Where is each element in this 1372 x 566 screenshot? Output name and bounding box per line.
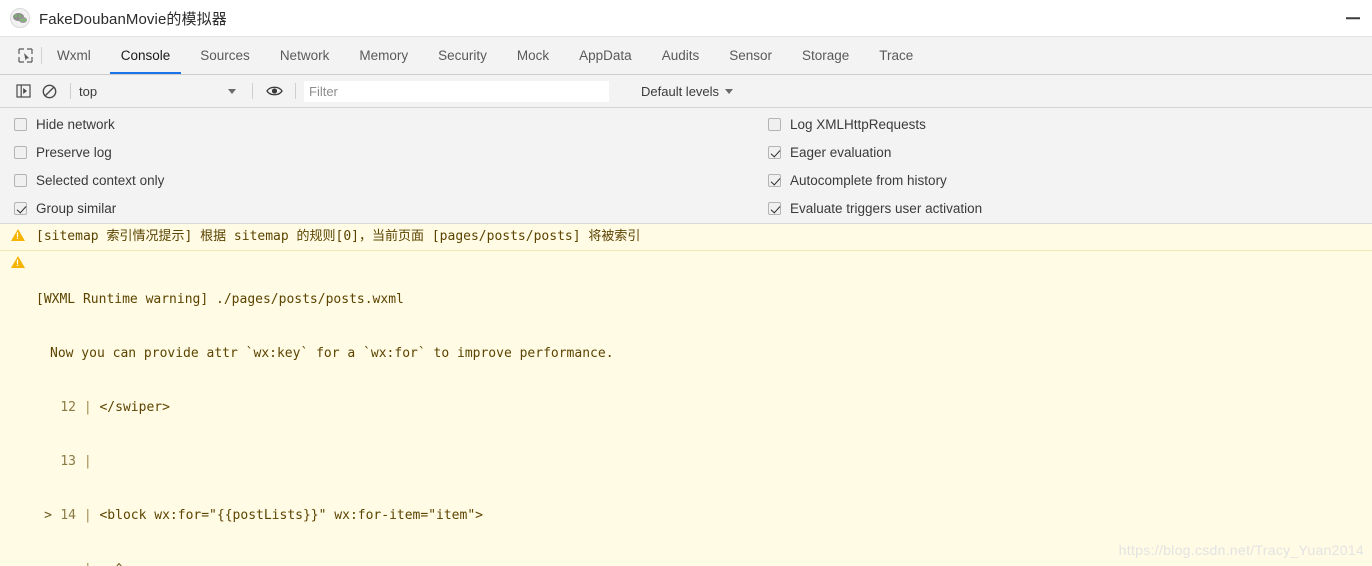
- setting-log-xmlhttprequests[interactable]: Log XMLHttpRequests: [768, 116, 982, 133]
- setting-group-similar[interactable]: Group similar: [14, 200, 760, 217]
- setting-label: Autocomplete from history: [790, 173, 947, 188]
- wxml-warning-header: [WXML Runtime warning] ./pages/posts/pos…: [36, 292, 404, 307]
- tab-sources[interactable]: Sources: [185, 37, 265, 74]
- console-message-warning[interactable]: [sitemap 索引情况提示] 根据 sitemap 的规则[0]，当前页面 …: [0, 224, 1372, 251]
- filter-input[interactable]: [304, 80, 609, 102]
- toolbar-divider: [70, 83, 71, 99]
- console-output[interactable]: [sitemap 索引情况提示] 根据 sitemap 的规则[0]，当前页面 …: [0, 224, 1372, 566]
- code-caret-line: | ^: [36, 561, 1362, 566]
- setting-label: Eager evaluation: [790, 145, 892, 160]
- code-line-highlighted: >14 | <block wx:for="{{postLists}}" wx:f…: [44, 508, 483, 523]
- checkbox-unchecked-icon[interactable]: [14, 118, 27, 131]
- tab-security[interactable]: Security: [423, 37, 502, 74]
- setting-eager-evaluation[interactable]: Eager evaluation: [768, 144, 982, 161]
- checkbox-checked-icon[interactable]: [768, 174, 781, 187]
- wechat-bubble-icon: [10, 8, 30, 28]
- tab-audits[interactable]: Audits: [647, 37, 715, 74]
- setting-autocomplete-from-history[interactable]: Autocomplete from history: [768, 172, 982, 189]
- tab-mock[interactable]: Mock: [502, 37, 564, 74]
- tab-label: Storage: [802, 48, 850, 63]
- tab-label: Wxml: [57, 48, 91, 63]
- setting-selected-context-only[interactable]: Selected context only: [14, 172, 760, 189]
- inspect-element-icon[interactable]: [8, 37, 42, 74]
- execution-context-select[interactable]: top: [79, 84, 244, 99]
- message-body: [WXML Runtime warning] ./pages/posts/pos…: [36, 255, 1372, 566]
- warning-icon: [0, 228, 36, 241]
- setting-label: Selected context only: [36, 173, 165, 188]
- toolbar-divider: [295, 83, 296, 99]
- tab-label: Sources: [200, 48, 250, 63]
- console-message-wxml-warning[interactable]: [WXML Runtime warning] ./pages/posts/pos…: [0, 251, 1372, 566]
- tab-wxml[interactable]: Wxml: [42, 37, 106, 74]
- execute-sidebar-icon[interactable]: [10, 79, 36, 103]
- tab-label: Memory: [359, 48, 409, 63]
- live-expression-eye-icon[interactable]: [261, 79, 287, 103]
- checkbox-checked-icon[interactable]: [768, 146, 781, 159]
- checkbox-checked-icon[interactable]: [14, 202, 27, 215]
- watermark: https://blog.csdn.net/Tracy_Yuan2014: [1118, 542, 1364, 558]
- tab-label: Audits: [661, 48, 700, 63]
- tab-appdata[interactable]: AppData: [564, 37, 647, 74]
- tab-label: AppData: [579, 48, 632, 63]
- chevron-down-icon: [228, 88, 236, 94]
- console-settings-panel: Hide network Preserve log Selected conte…: [0, 108, 1372, 224]
- setting-label: Evaluate triggers user activation: [790, 201, 983, 216]
- tab-storage[interactable]: Storage: [787, 37, 864, 74]
- tab-label: Sensor: [729, 48, 772, 63]
- setting-label: Log XMLHttpRequests: [790, 117, 926, 132]
- log-levels-label: Default levels: [641, 83, 720, 99]
- setting-label: Group similar: [36, 201, 117, 216]
- execution-context-label: top: [79, 83, 98, 99]
- settings-column-right: Log XMLHttpRequests Eager evaluation Aut…: [760, 116, 982, 217]
- tab-memory[interactable]: Memory: [344, 37, 423, 74]
- checkbox-unchecked-icon[interactable]: [14, 174, 27, 187]
- settings-column-left: Hide network Preserve log Selected conte…: [0, 116, 760, 217]
- setting-label: Preserve log: [36, 145, 112, 160]
- tab-label: Trace: [879, 48, 914, 63]
- chevron-down-icon: [725, 88, 734, 94]
- window-title: FakeDoubanMovie的模拟器: [39, 10, 227, 28]
- checkbox-checked-icon[interactable]: [768, 202, 781, 215]
- setting-evaluate-triggers-user-activation[interactable]: Evaluate triggers user activation: [768, 200, 982, 217]
- setting-label: Hide network: [36, 117, 115, 132]
- setting-hide-network[interactable]: Hide network: [14, 116, 760, 133]
- tab-trace[interactable]: Trace: [864, 37, 928, 74]
- tab-console[interactable]: Console: [106, 37, 186, 74]
- clear-console-icon[interactable]: [36, 79, 62, 103]
- tab-label: Console: [120, 48, 171, 63]
- devtools-window: FakeDoubanMovie的模拟器 Wxml Console Sources…: [0, 0, 1372, 566]
- console-toolbar: top Default levels: [0, 75, 1372, 108]
- tab-label: Security: [438, 48, 487, 63]
- log-levels-dropdown[interactable]: Default levels: [641, 83, 734, 99]
- tab-label: Mock: [516, 48, 550, 63]
- wxml-warning-message: Now you can provide attr `wx:key` for a …: [50, 346, 614, 361]
- tab-network[interactable]: Network: [265, 37, 345, 74]
- minimize-button[interactable]: [1346, 17, 1360, 19]
- checkbox-unchecked-icon[interactable]: [768, 118, 781, 131]
- message-text: [sitemap 索引情况提示] 根据 sitemap 的规则[0]，当前页面 …: [36, 229, 641, 244]
- warning-icon: [0, 255, 36, 268]
- code-line: 13 |: [60, 454, 100, 469]
- title-bar: FakeDoubanMovie的模拟器: [0, 0, 1372, 37]
- tab-label: Network: [279, 48, 330, 63]
- devtools-tab-bar: Wxml Console Sources Network Memory Secu…: [0, 37, 1372, 75]
- tab-sensor[interactable]: Sensor: [714, 37, 787, 74]
- toolbar-divider: [252, 83, 253, 99]
- setting-preserve-log[interactable]: Preserve log: [14, 144, 760, 161]
- code-line: 12 | </swiper>: [60, 400, 170, 415]
- checkbox-unchecked-icon[interactable]: [14, 146, 27, 159]
